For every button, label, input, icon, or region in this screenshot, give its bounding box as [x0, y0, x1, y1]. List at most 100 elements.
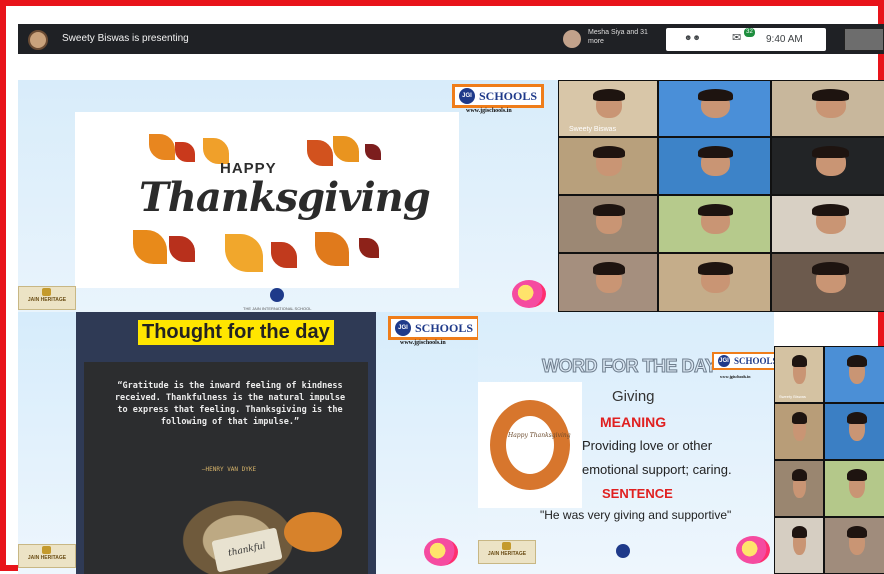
word-of-day-slide: WORD FOR THE DAY JGI SCHOOLS www.jgischo… — [478, 312, 784, 574]
participant-tile[interactable] — [558, 137, 658, 195]
chat-badge: 32 — [744, 28, 755, 37]
thanksgiving-slide: JGI SCHOOLS www.jgischools.in HAPPY Than… — [18, 80, 558, 312]
participant-tile[interactable] — [824, 403, 884, 460]
jain-sticker-icon — [736, 536, 770, 564]
participant-grid: Sweety Biswas — [558, 80, 884, 312]
participant-hair — [846, 354, 867, 367]
screenshot-frame: Sweety Biswas is presenting Mesha Siya a… — [0, 0, 884, 574]
participant-tile[interactable] — [771, 195, 884, 253]
participant-name: Sweety Biswas — [779, 394, 806, 399]
viewer-avatar — [563, 30, 581, 48]
participant-tile[interactable] — [558, 195, 658, 253]
jgi-schools-text: SCHOOLS — [415, 320, 474, 335]
jgi-url: www.jgischools.in — [720, 374, 751, 379]
thanksgiving-heading: Thanksgiving — [139, 174, 431, 221]
jgi-logo-icon: JGI — [395, 320, 411, 336]
participant-hair — [593, 203, 625, 217]
participant-tile[interactable] — [774, 403, 824, 460]
thought-title: Thought for the day — [138, 320, 334, 345]
jgi-small-logo-icon — [616, 544, 630, 558]
jain-sticker-icon — [424, 538, 458, 566]
participant-hair — [791, 354, 808, 367]
leaf-icon — [333, 136, 359, 162]
jgi-schools-badge: JGI SCHOOLS — [388, 316, 481, 340]
participant-tile[interactable]: Sweety Biswas — [558, 80, 658, 137]
leaf-icon — [133, 230, 167, 264]
presenter-avatar — [28, 30, 48, 50]
thanksgiving-wreath-card: Happy Thanksgiving — [478, 382, 582, 508]
jgi-small-logo-icon — [270, 288, 284, 302]
jgi-schools-badge: JGI SCHOOLS — [452, 84, 545, 108]
participant-hair — [812, 203, 850, 217]
quote-author: —HENRY VAN DYKE — [201, 466, 257, 473]
jgi-url: www.jgischools.in — [466, 108, 512, 114]
participant-hair — [812, 88, 850, 101]
word-giving: Giving — [612, 388, 655, 405]
participant-hair — [593, 261, 625, 275]
participant-tile[interactable] — [658, 253, 771, 312]
meeting-controls: ☻☻ ✉ 32 9:40 AM — [666, 28, 826, 51]
participant-tile[interactable]: Sweety Biswas — [774, 346, 824, 403]
heritage-crest-icon — [42, 288, 51, 296]
participant-hair — [812, 261, 850, 275]
participant-hair — [697, 88, 734, 101]
participant-tile[interactable] — [771, 137, 884, 195]
participant-tile[interactable] — [658, 195, 771, 253]
participant-hair — [593, 145, 625, 159]
leaf-icon — [175, 142, 195, 162]
participant-hair — [846, 411, 867, 424]
definition-line-2: emotional support; caring. — [582, 462, 732, 477]
heritage-crest-icon — [502, 542, 511, 550]
leaf-icon — [315, 232, 349, 266]
example-sentence: "He was very giving and supportive" — [540, 508, 732, 522]
participant-tile[interactable] — [771, 80, 884, 137]
chat-icon[interactable]: ✉ — [732, 31, 741, 44]
participant-hair — [846, 525, 867, 538]
jgi-schools-badge: JGI SCHOOLS — [712, 352, 784, 370]
quote-box: “Gratitude is the inward feeling of kind… — [84, 362, 368, 574]
clock-time: 9:40 AM — [766, 34, 803, 45]
leaf-icon — [169, 236, 195, 262]
participant-tile[interactable] — [558, 253, 658, 312]
jgi-logo-icon: JGI — [459, 88, 475, 104]
participant-tile[interactable] — [824, 517, 884, 574]
wreath-label: Happy Thanksgiving — [508, 432, 571, 439]
thought-slide: Thought for the day “Gratitude is the in… — [18, 312, 481, 574]
jgi-schools-text: SCHOOLS — [734, 356, 778, 366]
participant-tile[interactable] — [658, 80, 771, 137]
heritage-crest-icon — [42, 546, 51, 554]
people-icon[interactable]: ☻☻ — [684, 33, 701, 42]
jgi-logo-icon: JGI — [718, 355, 730, 367]
word-of-day-title: WORD FOR THE DAY — [541, 356, 717, 377]
thanksgiving-card: HAPPY Thanksgiving — [75, 112, 459, 288]
meeting-top-bar: Sweety Biswas is presenting Mesha Siya a… — [18, 24, 884, 54]
leaf-icon — [359, 238, 379, 258]
jgi-url: www.jgischools.in — [400, 340, 446, 346]
participant-grid-small: Sweety Biswas — [774, 346, 884, 574]
participant-tile[interactable] — [774, 460, 824, 517]
thought-panel: Thought for the day “Gratitude is the in… — [76, 312, 376, 574]
participant-tile[interactable] — [658, 137, 771, 195]
participant-tile[interactable] — [771, 253, 884, 312]
jgi-schools-text: SCHOOLS — [479, 88, 538, 103]
participant-hair — [791, 525, 808, 538]
participant-tile[interactable] — [824, 460, 884, 517]
participant-hair — [791, 468, 808, 481]
viewers-label: Mesha Siya and 31 more — [588, 29, 648, 45]
sentence-label: SENTENCE — [602, 486, 673, 501]
leaf-icon — [225, 234, 263, 272]
participant-name: Sweety Biswas — [569, 126, 617, 133]
participant-hair — [593, 88, 625, 101]
participant-hair — [697, 145, 734, 159]
leaf-wreath-icon — [490, 400, 570, 490]
participant-hair — [697, 261, 734, 275]
self-view-thumbnail[interactable] — [844, 28, 884, 51]
presenting-label: Sweety Biswas is presenting — [62, 33, 189, 44]
participant-hair — [846, 468, 867, 481]
participant-tile[interactable] — [774, 517, 824, 574]
participant-hair — [791, 411, 808, 424]
definition-line-1: Providing love or other — [582, 438, 713, 453]
participant-tile[interactable] — [824, 346, 884, 403]
participant-hair — [812, 145, 850, 159]
participant-hair — [697, 203, 734, 217]
